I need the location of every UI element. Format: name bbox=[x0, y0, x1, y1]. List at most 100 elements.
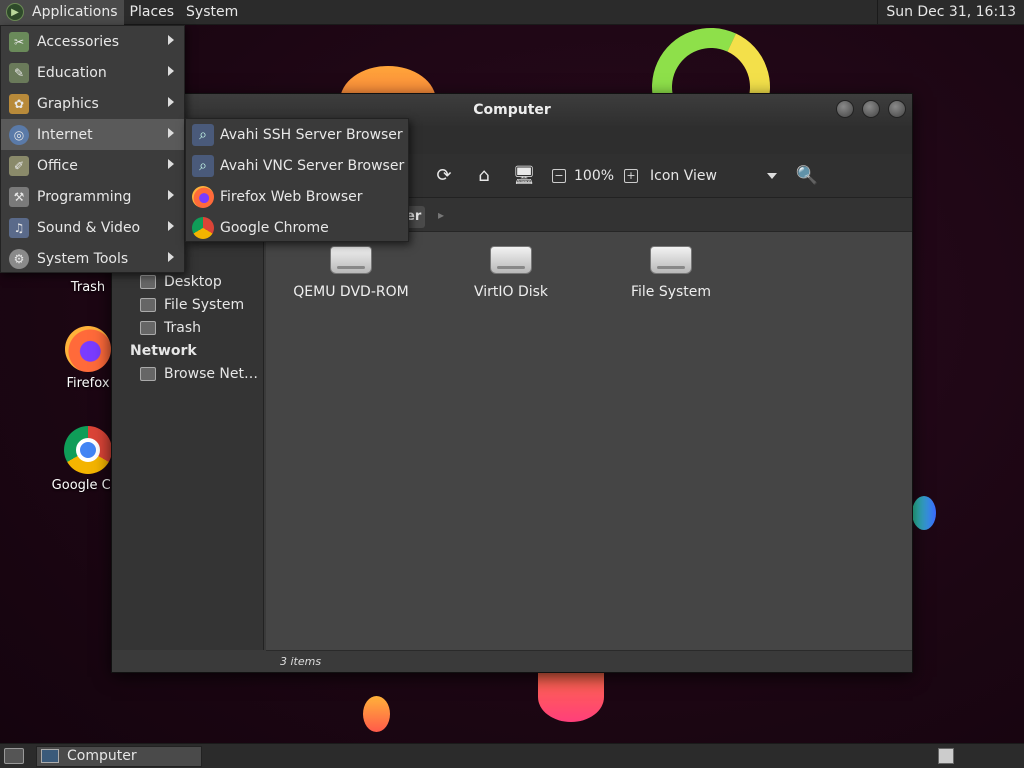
applications-menu[interactable]: ▶ Applications bbox=[0, 0, 124, 25]
internet-submenu: ⌕ Avahi SSH Server Browser ⌕ Avahi VNC S… bbox=[185, 118, 409, 242]
distro-logo-icon: ▶ bbox=[6, 3, 24, 21]
chrome-icon bbox=[192, 216, 214, 239]
top-panel: ▶ Applications Places System Sun Dec 31,… bbox=[0, 0, 1024, 25]
file-system-icon bbox=[140, 297, 156, 312]
menu-item-label: Accessories bbox=[37, 33, 120, 50]
drive-qemu-dvd[interactable]: QEMU DVD-ROM bbox=[286, 246, 416, 300]
clock[interactable]: Sun Dec 31, 16:13 bbox=[877, 0, 1024, 25]
places-menu[interactable]: Places bbox=[124, 0, 181, 25]
menu-item-graphics[interactable]: ✿ Graphics bbox=[1, 88, 184, 119]
trash-icon bbox=[140, 320, 156, 335]
zoom-out-icon[interactable]: − bbox=[552, 168, 566, 183]
zoom-level: 100% bbox=[574, 167, 615, 184]
drive-label: VirtIO Disk bbox=[473, 284, 549, 300]
internet-icon: ◎ bbox=[9, 124, 29, 145]
menu-item-label: Avahi VNC Server Browser bbox=[220, 157, 405, 174]
applications-dropdown: ✂ Accessories ✎ Education ✿ Graphics ◎ I… bbox=[0, 25, 185, 273]
home-icon[interactable]: ⌂ bbox=[472, 164, 496, 188]
wallpaper-shape bbox=[912, 496, 936, 530]
wallpaper-shape bbox=[538, 672, 604, 722]
show-desktop-icon[interactable] bbox=[4, 748, 24, 764]
menu-item-label: Google Chrome bbox=[220, 219, 329, 236]
view-mode-value: Icon View bbox=[650, 167, 717, 184]
drive-file-system[interactable]: File System bbox=[606, 246, 736, 300]
breadcrumb-next-icon[interactable]: ▸ bbox=[438, 208, 444, 222]
wallpaper-shape bbox=[363, 696, 390, 732]
optical-drive-icon bbox=[330, 246, 372, 274]
firefox-icon bbox=[192, 185, 214, 208]
menu-item-avahi-ssh[interactable]: ⌕ Avahi SSH Server Browser bbox=[186, 119, 408, 150]
menu-item-label: Graphics bbox=[37, 95, 99, 112]
minimize-button[interactable] bbox=[836, 100, 854, 118]
taskbar-item-label: Computer bbox=[67, 748, 137, 764]
drive-label: QEMU DVD-ROM bbox=[293, 284, 409, 300]
menu-item-label: Programming bbox=[37, 188, 132, 205]
chevron-right-icon bbox=[168, 252, 174, 262]
applications-menu-label: Applications bbox=[32, 3, 118, 20]
office-icon: ✐ bbox=[9, 155, 29, 176]
avahi-vnc-icon: ⌕ bbox=[192, 154, 214, 177]
search-icon[interactable]: 🔍 bbox=[795, 164, 819, 188]
system-menu[interactable]: System bbox=[180, 0, 244, 25]
education-icon: ✎ bbox=[9, 62, 29, 83]
system-tools-icon: ⚙ bbox=[9, 248, 29, 269]
menu-item-google-chrome[interactable]: Google Chrome bbox=[186, 212, 408, 243]
menu-item-accessories[interactable]: ✂ Accessories bbox=[1, 26, 184, 57]
drive-label: File System bbox=[630, 284, 712, 300]
chevron-right-icon bbox=[168, 35, 174, 45]
menu-item-label: Sound & Video bbox=[37, 219, 141, 236]
chevron-right-icon bbox=[168, 190, 174, 200]
chevron-right-icon bbox=[168, 97, 174, 107]
chrome-icon bbox=[64, 426, 112, 474]
workspace-switcher[interactable] bbox=[938, 748, 954, 764]
menu-item-label: Firefox Web Browser bbox=[220, 188, 363, 205]
graphics-icon: ✿ bbox=[9, 93, 29, 114]
chevron-down-icon bbox=[766, 172, 777, 179]
file-view: QEMU DVD-ROM VirtIO Disk File System bbox=[266, 232, 912, 650]
hard-disk-icon bbox=[650, 246, 692, 274]
menu-item-system-tools[interactable]: ⚙ System Tools bbox=[1, 243, 184, 274]
sound-video-icon: ♫ bbox=[9, 217, 29, 238]
computer-icon bbox=[41, 749, 59, 763]
computer-icon[interactable]: 🖥 bbox=[512, 164, 536, 188]
menu-item-label: Internet bbox=[37, 126, 93, 143]
chevron-right-icon bbox=[168, 221, 174, 231]
sidebar-item-file-system[interactable]: File System bbox=[112, 293, 263, 316]
menu-item-label: System Tools bbox=[37, 250, 129, 267]
taskbar-item-computer[interactable]: Computer bbox=[36, 745, 202, 767]
bottom-panel: Computer bbox=[0, 743, 1024, 768]
close-button[interactable] bbox=[888, 100, 906, 118]
desktop-folder-icon bbox=[140, 274, 156, 289]
network-icon bbox=[140, 366, 156, 381]
reload-icon[interactable]: ⟳ bbox=[432, 164, 456, 188]
places-sidebar: Desktop File System Trash Network Browse… bbox=[112, 232, 264, 650]
zoom-in-icon[interactable]: + bbox=[624, 168, 639, 183]
sidebar-heading-network: Network bbox=[130, 342, 197, 359]
sidebar-item-label: Desktop bbox=[164, 273, 222, 290]
menu-item-education[interactable]: ✎ Education bbox=[1, 57, 184, 88]
drive-virtio-disk[interactable]: VirtIO Disk bbox=[446, 246, 576, 300]
menu-item-internet[interactable]: ◎ Internet bbox=[1, 119, 184, 150]
chevron-right-icon bbox=[168, 128, 174, 138]
view-mode-select[interactable]: Icon View bbox=[650, 168, 777, 184]
menu-item-label: Avahi SSH Server Browser bbox=[220, 126, 403, 143]
accessories-icon: ✂ bbox=[9, 31, 29, 52]
status-bar: 3 items bbox=[266, 650, 912, 672]
menu-item-programming[interactable]: ⚒ Programming bbox=[1, 181, 184, 212]
sidebar-item-browse-network[interactable]: Browse Net… bbox=[112, 362, 263, 385]
menu-item-label: Office bbox=[37, 157, 78, 174]
menu-item-avahi-vnc[interactable]: ⌕ Avahi VNC Server Browser bbox=[186, 150, 408, 181]
hard-disk-icon bbox=[490, 246, 532, 274]
sidebar-item-trash[interactable]: Trash bbox=[112, 316, 263, 339]
menu-item-office[interactable]: ✐ Office bbox=[1, 150, 184, 181]
menu-item-label: Education bbox=[37, 64, 107, 81]
maximize-button[interactable] bbox=[862, 100, 880, 118]
chevron-right-icon bbox=[168, 66, 174, 76]
avahi-ssh-icon: ⌕ bbox=[192, 123, 214, 146]
programming-icon: ⚒ bbox=[9, 186, 29, 207]
firefox-icon bbox=[65, 326, 111, 372]
menu-item-sound-video[interactable]: ♫ Sound & Video bbox=[1, 212, 184, 243]
menu-item-firefox[interactable]: Firefox Web Browser bbox=[186, 181, 408, 212]
sidebar-item-label: File System bbox=[164, 296, 245, 313]
window-title: Computer bbox=[473, 102, 551, 118]
